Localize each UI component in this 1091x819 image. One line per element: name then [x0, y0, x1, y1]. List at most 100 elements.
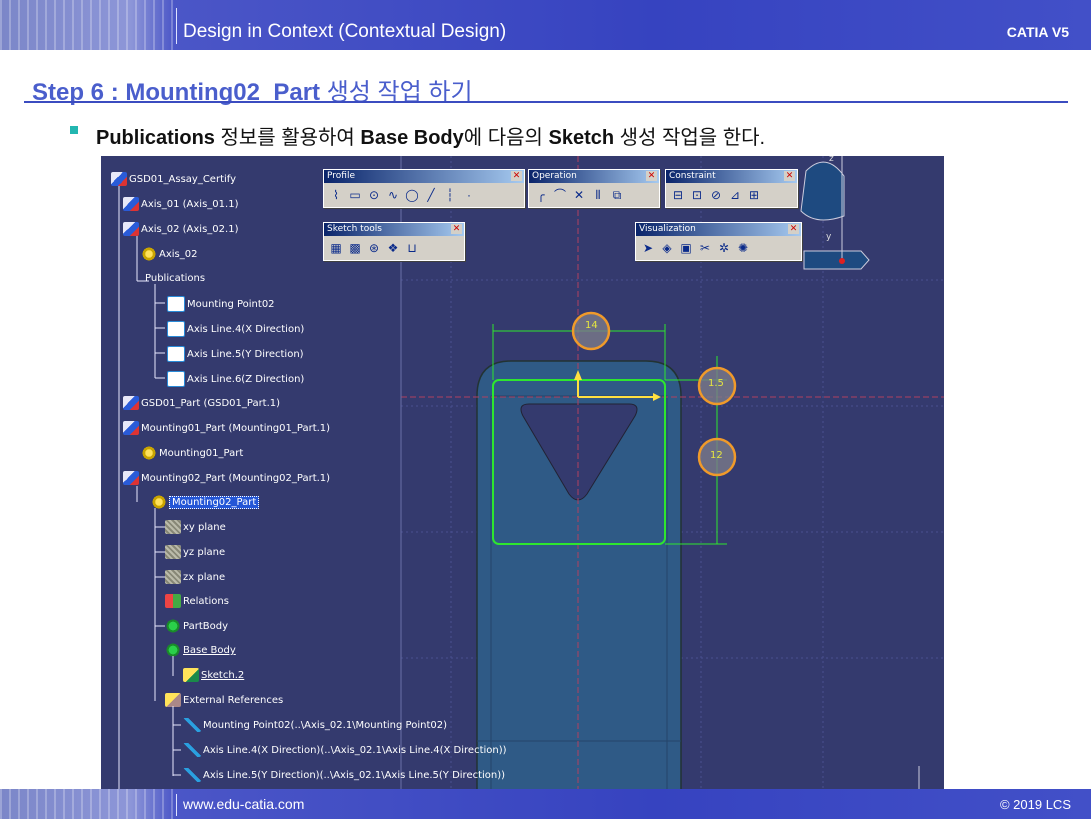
constraint-toolbar[interactable]: Constraint ✕ ⊟ ⊡ ⊘ ⊿ ⊞ — [665, 169, 798, 208]
tree-zx-plane[interactable]: zx plane — [165, 570, 225, 584]
grid-icon[interactable]: ▦ — [328, 240, 344, 256]
dimensional-constraints-icon[interactable]: ⊔ — [404, 240, 420, 256]
constraint-icon[interactable]: ⊡ — [689, 187, 705, 203]
tree-ref-2[interactable]: Axis Line.4(X Direction)(..\Axis_02.1\Ax… — [183, 743, 507, 757]
point-icon[interactable]: · — [461, 187, 477, 203]
circle-icon[interactable]: ⊙ — [366, 187, 382, 203]
close-icon[interactable]: ✕ — [788, 224, 799, 234]
contact-icon[interactable]: ⊘ — [708, 187, 724, 203]
tree-publications[interactable]: Publications — [145, 273, 205, 284]
header-separator — [176, 8, 177, 44]
tree-axis02[interactable]: Axis_02 (Axis_02.1) — [123, 222, 238, 236]
tree-extref[interactable]: External References — [165, 693, 283, 707]
slide-header: Design in Context (Contextual Design) CA… — [0, 0, 1091, 50]
profile-toolbar[interactable]: Profile ✕ ⌇ ▭ ⊙ ∿ ◯ ╱ ┆ · — [323, 169, 525, 208]
rectangle-icon[interactable]: ▭ — [347, 187, 363, 203]
visualization-toolbar-title: Visualization ✕ — [636, 223, 801, 236]
cut-part-icon[interactable]: ✂ — [697, 240, 713, 256]
bullet-text: Publications 정보를 활용하여 Base Body에 다음의 Ske… — [96, 121, 765, 150]
axis-label-z: z — [829, 156, 834, 164]
slide-footer: www.edu-catia.com © 2019 LCS — [0, 789, 1091, 819]
tree-gsd01[interactable]: GSD01_Part (GSD01_Part.1) — [123, 396, 280, 410]
profile-toolbar-title: Profile ✕ — [324, 170, 524, 183]
tree-xy-plane[interactable]: xy plane — [165, 520, 226, 534]
footer-url[interactable]: www.edu-catia.com — [183, 796, 304, 812]
tree-yz-plane[interactable]: yz plane — [165, 545, 225, 559]
dim-label-14[interactable]: 14 — [585, 320, 598, 331]
edit-constraint-icon[interactable]: ⊿ — [727, 187, 743, 203]
gear-icon — [151, 495, 167, 509]
tree-partbody[interactable]: PartBody — [165, 619, 228, 633]
operation-toolbar-title: Operation ✕ — [529, 170, 659, 183]
trim-icon[interactable]: ✕ — [571, 187, 587, 203]
snap-grid-icon[interactable]: ▩ — [347, 240, 363, 256]
footer-pattern — [0, 789, 175, 819]
publication-icon — [167, 321, 185, 337]
corner-icon[interactable]: ╭ — [533, 187, 549, 203]
product-icon — [123, 421, 139, 435]
tree-pub-3[interactable]: Axis Line.5(Y Direction) — [167, 346, 304, 362]
bullet-span-1: 정보를 활용하여 — [214, 127, 361, 149]
diagnosis-icon[interactable]: ✺ — [735, 240, 751, 256]
operation-toolbar[interactable]: Operation ✕ ╭ ⌒ ✕ ⫴ ⧉ — [528, 169, 660, 208]
line-icon[interactable]: ╱ — [423, 187, 439, 203]
close-icon[interactable]: ✕ — [646, 171, 657, 181]
product-icon — [123, 396, 139, 410]
low-light-icon[interactable]: ✲ — [716, 240, 732, 256]
geometric-constraints-icon[interactable]: ❖ — [385, 240, 401, 256]
axis-icon[interactable]: ┆ — [442, 187, 458, 203]
gear-icon — [141, 247, 157, 261]
profile-icon[interactable]: ⌇ — [328, 187, 344, 203]
close-icon[interactable]: ✕ — [511, 171, 522, 181]
tree-axis02-part[interactable]: Axis_02 — [141, 247, 197, 261]
dim-label-15[interactable]: 1.5 — [708, 378, 724, 389]
product-icon — [123, 471, 139, 485]
dim-circle-14 — [571, 311, 611, 351]
close-icon[interactable]: ✕ — [451, 224, 462, 234]
tree-axis01[interactable]: Axis_01 (Axis_01.1) — [123, 197, 238, 211]
project-icon[interactable]: ⧉ — [609, 187, 625, 203]
sketch-tools-toolbar[interactable]: Sketch tools ✕ ▦ ▩ ⊛ ❖ ⊔ — [323, 222, 465, 261]
view-mode-icon[interactable]: ▣ — [678, 240, 694, 256]
tree-relations[interactable]: Relations — [165, 594, 229, 608]
visualization-toolbar[interactable]: Visualization ✕ ➤ ◈ ▣ ✂ ✲ ✺ — [635, 222, 802, 261]
tree-pub-1[interactable]: Mounting Point02 — [167, 296, 275, 312]
product-icon — [123, 222, 139, 236]
tree-ref-3[interactable]: Axis Line.5(Y Direction)(..\Axis_02.1\Ax… — [183, 768, 505, 782]
tree-ref-1[interactable]: Mounting Point02(..\Axis_02.1\Mounting P… — [183, 718, 447, 732]
ellipse-icon[interactable]: ◯ — [404, 187, 420, 203]
bullet-bold-1: Publications — [96, 127, 215, 149]
close-icon[interactable]: ✕ — [784, 171, 795, 181]
tree-pub-4[interactable]: Axis Line.6(Z Direction) — [167, 371, 304, 387]
fly-mode-icon[interactable]: ➤ — [640, 240, 656, 256]
external-references-icon — [165, 693, 181, 707]
tree-root[interactable]: GSD01_Assay_Certify — [111, 172, 236, 186]
reference-icon — [183, 718, 201, 732]
sketch-icon — [183, 668, 199, 682]
body-icon — [165, 643, 181, 657]
chamfer-icon[interactable]: ⌒ — [552, 187, 568, 203]
spline-icon[interactable]: ∿ — [385, 187, 401, 203]
bullet-bold-3: Sketch — [548, 127, 615, 149]
publication-icon — [167, 346, 185, 362]
bullet-span-2: 에 다음의 — [463, 127, 549, 149]
tree-pub-2[interactable]: Axis Line.4(X Direction) — [167, 321, 304, 337]
animate-icon[interactable]: ⊞ — [746, 187, 762, 203]
reference-icon — [183, 768, 201, 782]
dim-label-12[interactable]: 12 — [710, 450, 723, 461]
mirror-icon[interactable]: ⫴ — [590, 187, 606, 203]
shading-icon[interactable]: ◈ — [659, 240, 675, 256]
constraint-toolbar-title: Constraint ✕ — [666, 170, 797, 183]
tree-mount01[interactable]: Mounting01_Part (Mounting01_Part.1) — [123, 421, 330, 435]
tree-mount02-part[interactable]: Mounting02_Part — [151, 495, 260, 509]
header-title: Design in Context (Contextual Design) — [183, 21, 507, 42]
bullet-span-3: 생성 작업을 한다. — [614, 127, 766, 149]
constraint-dialog-icon[interactable]: ⊟ — [670, 187, 686, 203]
product-icon — [111, 172, 127, 186]
construction-icon[interactable]: ⊛ — [366, 240, 382, 256]
tree-sketch[interactable]: Sketch.2 — [183, 668, 244, 682]
tree-basebody[interactable]: Base Body — [165, 643, 236, 657]
title-rule — [24, 101, 1068, 103]
tree-mount01-part[interactable]: Mounting01_Part — [141, 446, 243, 460]
tree-mount02[interactable]: Mounting02_Part (Mounting02_Part.1) — [123, 471, 330, 485]
